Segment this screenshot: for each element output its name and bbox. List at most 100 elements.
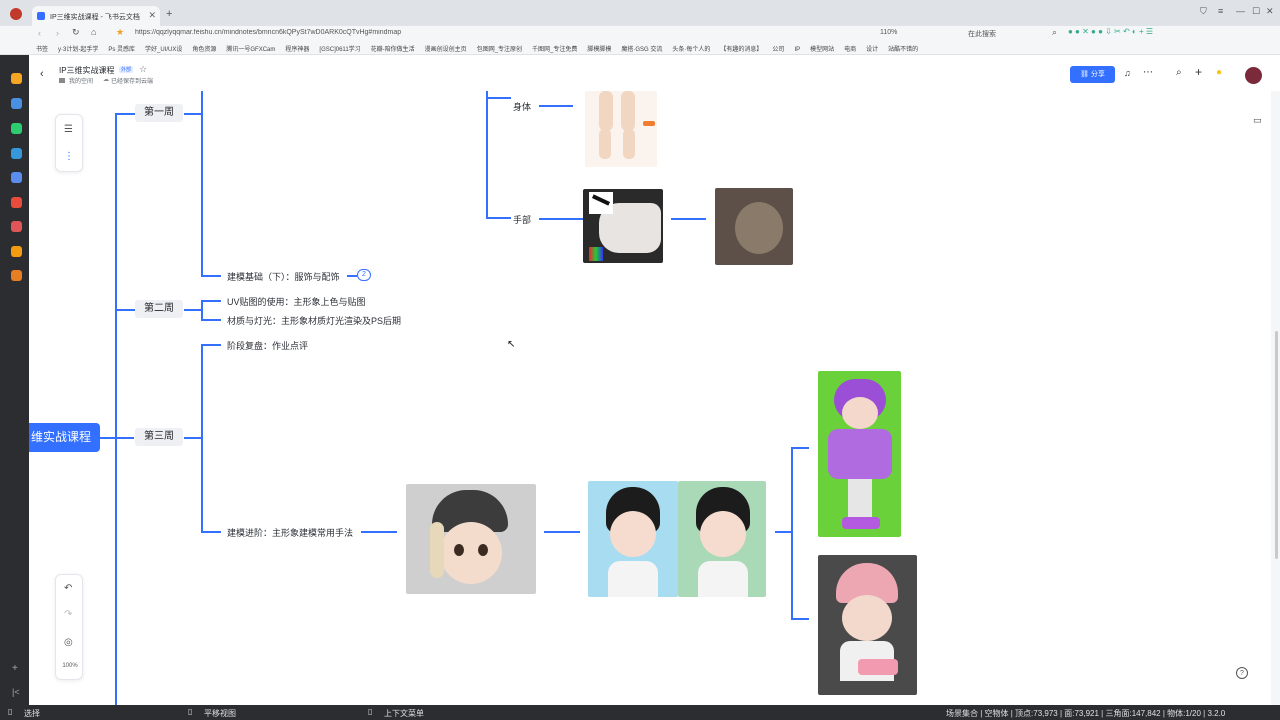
reload-icon[interactable]: ↻ <box>72 27 80 38</box>
avatar[interactable] <box>1245 67 1262 84</box>
stage-review-node[interactable]: 阶段复盘：作业点评 <box>227 339 308 352</box>
bookmark-item[interactable]: 程序神器 <box>285 41 309 53</box>
modeling-basic-2-node[interactable]: 建模基础（下）：服饰与配饰 <box>227 270 340 283</box>
app-icon[interactable] <box>11 73 22 84</box>
bookmark-item[interactable]: 书签 <box>36 41 48 53</box>
mindmap-canvas[interactable]: 第一周 第二周 第三周 建模基础（下）：服饰与配饰 2 身体 手部 UV贴图的使… <box>29 91 1271 705</box>
connector-line <box>361 531 397 533</box>
more-icon[interactable]: ⋯ <box>1143 67 1153 78</box>
bookmark-item[interactable]: 花瓣-陪你做生活 <box>371 41 415 53</box>
forward-icon[interactable]: › <box>56 28 59 38</box>
home-icon[interactable]: ⌂ <box>91 27 96 37</box>
app-icon[interactable] <box>11 98 22 109</box>
close-tab-icon[interactable]: ✕ <box>148 10 156 21</box>
redo-icon[interactable]: ↷ <box>64 609 72 620</box>
bookmark-item[interactable]: 包图网_专注原创 <box>477 41 522 53</box>
outline-icon[interactable]: ☰ <box>64 124 73 135</box>
bookmark-item[interactable]: 学好_UI/UX设 <box>145 41 182 53</box>
star-icon[interactable]: ★ <box>116 27 124 38</box>
bookmark-item[interactable]: 头条·每个人的 <box>672 41 710 53</box>
lightbulb-icon[interactable]: ● <box>1216 67 1222 78</box>
bookmark-item[interactable]: y·3计划-起手学 <box>58 41 98 53</box>
breadcrumb-space[interactable]: 我的空间 <box>69 76 93 85</box>
bookmark-item[interactable]: 魔搭·GSG 交流 <box>621 41 662 53</box>
bell-icon[interactable]: ♫ <box>1124 68 1131 78</box>
app-icon[interactable] <box>11 172 22 183</box>
bookmark-item[interactable]: 设计 <box>866 41 878 53</box>
bookmark-item[interactable]: 公司 <box>772 41 784 53</box>
pink-beanie-character-image[interactable] <box>818 555 917 695</box>
search-box[interactable]: 在此搜索 <box>968 29 1048 39</box>
comment-icon[interactable]: ▭ <box>1253 115 1262 126</box>
maximize-icon[interactable]: ☐ <box>1252 6 1260 17</box>
app-icon[interactable] <box>11 123 22 134</box>
hand-model-image[interactable] <box>583 189 663 263</box>
back-arrow-icon[interactable]: ‹ <box>40 68 44 80</box>
zoom-level[interactable]: 100% <box>58 663 82 669</box>
hat-character-image[interactable] <box>406 484 536 594</box>
shield-icon[interactable]: ⛉ <box>1200 6 1207 17</box>
scrollbar[interactable] <box>1275 331 1278 559</box>
root-node[interactable]: 维实战课程 <box>29 423 100 452</box>
search-icon[interactable]: ⌕ <box>1052 27 1057 38</box>
help-icon[interactable]: ? <box>1236 667 1248 679</box>
app-icon[interactable] <box>11 221 22 232</box>
body-shape <box>698 561 748 597</box>
bookmark-item[interactable]: 角色资源 <box>192 41 216 53</box>
app-icon[interactable] <box>11 246 22 257</box>
search-doc-icon[interactable]: ⌕ <box>1176 67 1182 78</box>
week3-node[interactable]: 第三周 <box>135 428 183 446</box>
bookmark-item[interactable]: 模型网站 <box>810 41 834 53</box>
bookmark-item[interactable]: 站酷不错的 <box>888 41 918 53</box>
browser-tab[interactable]: IP三维实战课程 - 飞书云文档 ✕ <box>32 6 160 26</box>
undo-icon[interactable]: ↶ <box>64 583 72 594</box>
new-tab-button[interactable]: + <box>166 8 172 20</box>
bookmark-item[interactable]: 腾讯一号GFXCam <box>226 41 275 53</box>
share-button[interactable]: ⛓ 分享 <box>1070 66 1115 83</box>
hand-render-image[interactable] <box>715 188 793 265</box>
connector-line <box>201 91 203 275</box>
modeling-advanced-node[interactable]: 建模进阶：主形象建模常用手法 <box>227 526 353 539</box>
bookmark-item[interactable]: 千图网_专注免费 <box>532 41 577 53</box>
bookmark-item[interactable]: 电商 <box>844 41 856 53</box>
week2-node[interactable]: 第二周 <box>135 300 183 318</box>
face-shape <box>842 595 892 641</box>
bookmark-item[interactable]: Ps 灵感库 <box>108 41 135 53</box>
girl-side-image[interactable] <box>678 481 766 597</box>
bookmark-item[interactable]: 漫画创设创主页 <box>425 41 467 53</box>
connector-line <box>791 618 809 620</box>
bookmark-item[interactable]: IP <box>794 44 800 53</box>
fit-view-icon[interactable]: ◎ <box>64 637 73 648</box>
app-icon[interactable] <box>11 270 22 281</box>
back-icon[interactable]: ‹ <box>38 28 41 38</box>
doc-title[interactable]: IP三维实战课程 <box>59 65 115 76</box>
body-reference-image[interactable] <box>585 91 657 167</box>
collapsed-count-badge[interactable]: 2 <box>357 269 371 281</box>
address-bar[interactable]: https://qqzlyqqmar.feishu.cn/mindnotes/b… <box>135 29 855 36</box>
close-window-icon[interactable]: ✕ <box>1266 6 1274 17</box>
connector-line <box>791 447 809 449</box>
collapse-dock-icon[interactable]: |< <box>12 687 20 697</box>
girl-front-image[interactable] <box>588 481 678 597</box>
material-light-node[interactable]: 材质与灯光：主形象材质灯光渲染及PS后期 <box>227 314 401 327</box>
bookmark-item[interactable]: [GSC]0611学习 <box>319 41 360 53</box>
extension-icons[interactable]: ● ● ✕ ● ● ⇩ ✂ ↶ ◐ + ☰ <box>1068 27 1153 36</box>
app-icon[interactable] <box>11 197 22 208</box>
week1-node[interactable]: 第一周 <box>135 104 183 122</box>
favorite-star-icon[interactable]: ☆ <box>139 64 147 75</box>
purple-character-image[interactable] <box>818 371 901 537</box>
link-icon: ⛓ <box>1080 71 1089 78</box>
minimize-icon[interactable]: — <box>1236 6 1245 16</box>
connector-line <box>486 217 511 219</box>
body-node[interactable]: 身体 <box>513 100 531 113</box>
structure-icon[interactable]: ⋮ <box>64 151 74 162</box>
hand-node[interactable]: 手部 <box>513 213 531 226</box>
add-icon[interactable]: + <box>1195 65 1202 79</box>
uv-mapping-node[interactable]: UV贴图的使用：主形象上色与贴图 <box>227 295 366 308</box>
connector-line <box>791 447 793 619</box>
app-icon[interactable] <box>11 148 22 159</box>
add-app-icon[interactable]: + <box>12 663 18 674</box>
menu-icon[interactable]: ≡ <box>1218 6 1223 16</box>
bookmark-item[interactable]: 脚模脚模 <box>587 41 611 53</box>
bookmark-item[interactable]: 【有趣的消息】 <box>720 41 762 53</box>
